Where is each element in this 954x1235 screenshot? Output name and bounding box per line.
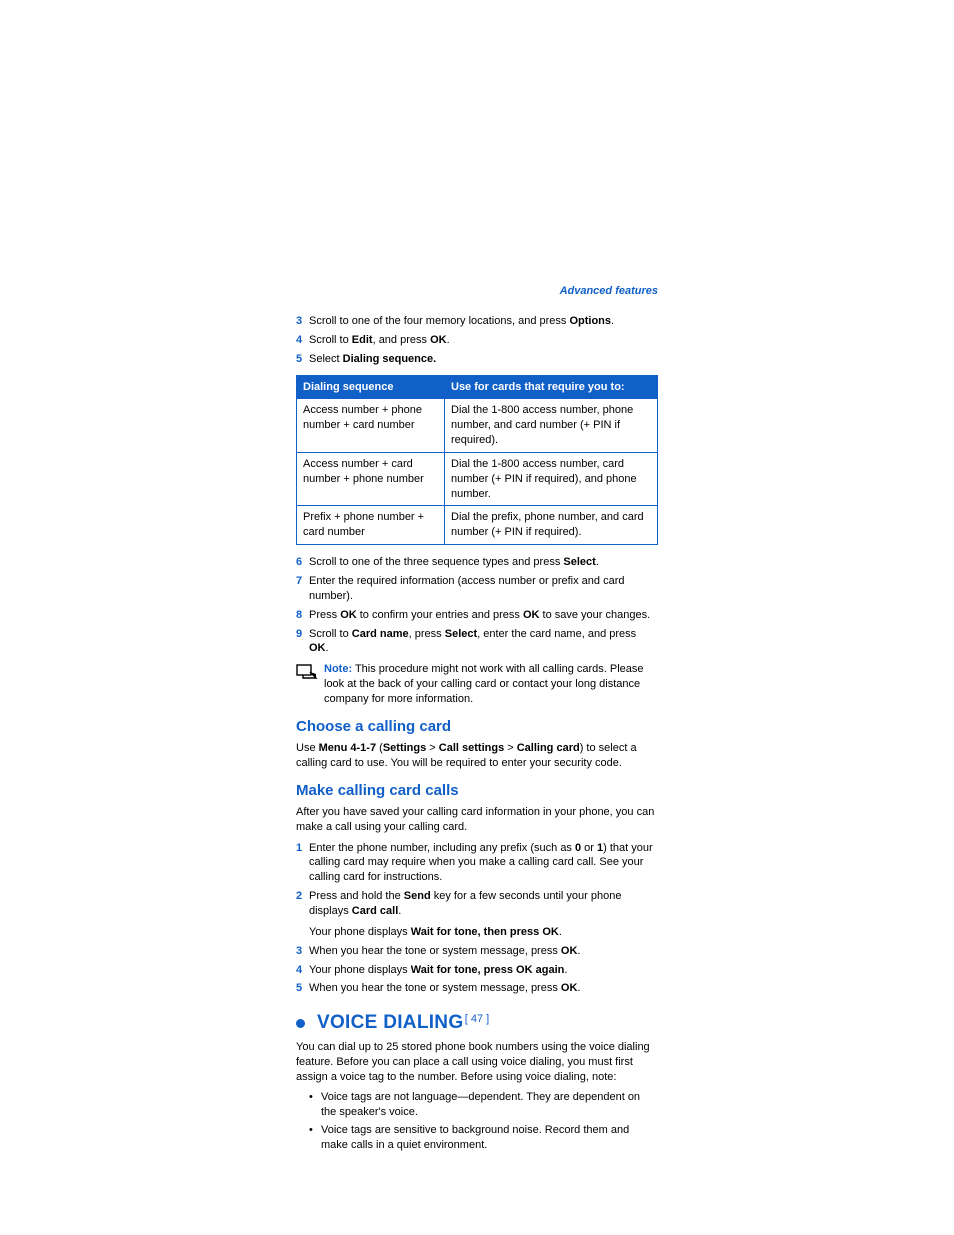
step-6: 6 Scroll to one of the three sequence ty…: [296, 555, 658, 570]
step-3: 3 Scroll to one of the four memory locat…: [296, 314, 658, 329]
table-row: Access number + phone number + card numb…: [297, 399, 658, 453]
voice-bullet-2: • Voice tags are sensitive to background…: [296, 1123, 658, 1153]
voice-bullet-1: • Voice tags are not language—dependent.…: [296, 1090, 658, 1120]
note-block: Note: This procedure might not work with…: [296, 662, 658, 707]
make-step-4: 4 Your phone displays Wait for tone, pre…: [296, 963, 658, 978]
table-header-2: Use for cards that require you to:: [445, 375, 658, 399]
step-4: 4 Scroll to Edit, and press OK.: [296, 333, 658, 348]
table-header-1: Dialing sequence: [297, 375, 445, 399]
step-9: 9 Scroll to Card name, press Select, ent…: [296, 627, 658, 657]
heading-make: Make calling card calls: [296, 781, 658, 801]
dialing-sequence-table: Dialing sequence Use for cards that requ…: [296, 375, 658, 546]
table-row: Prefix + phone number + card number Dial…: [297, 506, 658, 545]
choose-text: Use Menu 4-1-7 (Settings > Call settings…: [296, 741, 658, 771]
make-step-2: 2 Press and hold the Send key for a few …: [296, 889, 658, 940]
table-row: Access number + card number + phone numb…: [297, 452, 658, 506]
page-number: [ 47 ]: [0, 1013, 954, 1025]
step-8: 8 Press OK to confirm your entries and p…: [296, 608, 658, 623]
page-content: 3 Scroll to one of the four memory locat…: [296, 314, 658, 1153]
make-intro: After you have saved your calling card i…: [296, 805, 658, 835]
step-5: 5 Select Dialing sequence.: [296, 352, 658, 367]
make-step-1: 1 Enter the phone number, including any …: [296, 841, 658, 886]
voice-intro: You can dial up to 25 stored phone book …: [296, 1040, 658, 1085]
heading-choose: Choose a calling card: [296, 717, 658, 737]
make-step-5: 5 When you hear the tone or system messa…: [296, 981, 658, 996]
make-step-3: 3 When you hear the tone or system messa…: [296, 944, 658, 959]
note-icon: [296, 662, 324, 707]
step-7: 7 Enter the required information (access…: [296, 574, 658, 604]
header-section[interactable]: Advanced features: [560, 285, 658, 297]
